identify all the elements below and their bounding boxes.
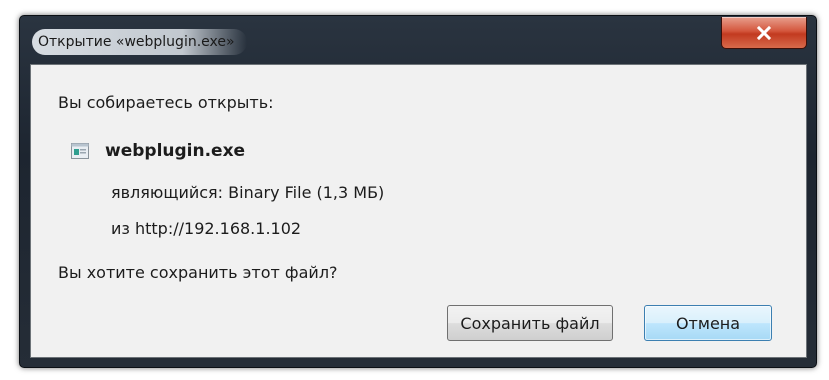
cancel-button[interactable]: Отмена [644,305,772,341]
dialog-title: Открытие «webplugin.exe» [38,34,235,50]
file-source: из http://192.168.1.102 [111,219,302,238]
title-backdrop: Открытие «webplugin.exe» [32,29,247,55]
save-file-button[interactable]: Сохранить файл [447,305,613,341]
open-prompt: Вы собираетесь открыть: [58,93,274,112]
file-name: webplugin.exe [105,141,246,161]
close-icon [756,25,772,40]
download-dialog: Открытие «webplugin.exe» Вы собираетесь … [19,15,817,368]
title-bar[interactable]: Открытие «webplugin.exe» [20,16,816,66]
save-prompt: Вы хотите сохранить этот файл? [58,263,338,282]
file-info-row: webplugin.exe [71,141,245,161]
close-button[interactable] [721,17,807,49]
dialog-content: Вы собираетесь открыть: webplugin.exe яв… [30,64,807,358]
file-type: являющийся: Binary File (1,3 МБ) [111,183,385,202]
application-file-icon [71,143,89,159]
